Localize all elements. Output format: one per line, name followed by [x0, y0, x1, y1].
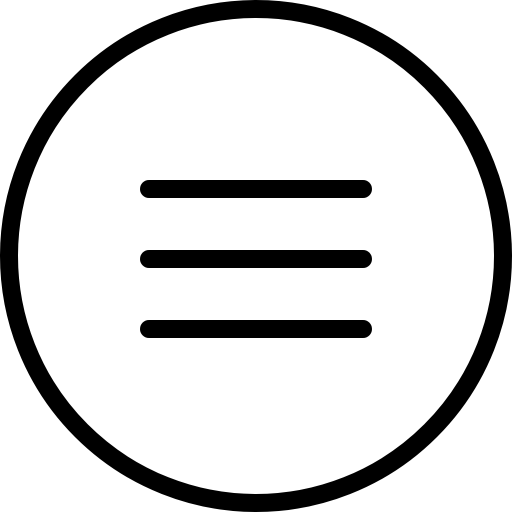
icon-stage [0, 0, 512, 512]
menu-button[interactable] [0, 0, 512, 512]
menu-circle-icon [0, 0, 512, 512]
